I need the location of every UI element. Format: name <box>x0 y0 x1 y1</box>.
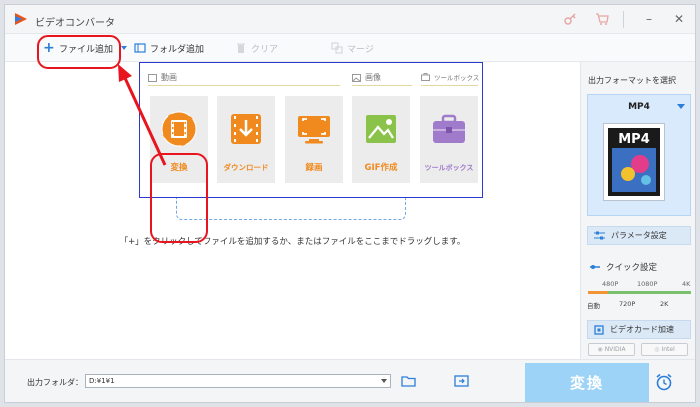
output-folder-label: 出力フォルダ： <box>27 378 83 387</box>
quality-slider-track <box>608 291 691 294</box>
output-format-selector[interactable]: MP4 MP4 <box>587 94 691 216</box>
alarm-clock-icon[interactable] <box>654 372 674 392</box>
app-window: ビデオコンバータ – ✕ + ファイル追加 フォルダ追加 クリア マージ 動画 … <box>4 4 696 403</box>
quality-1080p[interactable]: 1080P <box>637 280 657 288</box>
bottom-bar: 出力フォルダ： D:¥1¥1 変換 <box>5 359 695 402</box>
gpu-acceleration-label: ビデオカード加速 <box>610 325 674 334</box>
quick-settings-label: クイック設定 <box>606 263 658 273</box>
mp4-icon-text: MP4 <box>618 132 650 147</box>
quality-2k[interactable]: 2K <box>660 300 668 308</box>
export-folder-icon[interactable] <box>454 374 469 388</box>
output-format-heading: 出力フォーマットを選択 <box>588 76 676 85</box>
convert-button[interactable]: 変換 <box>525 363 649 402</box>
quality-4k[interactable]: 4K <box>682 280 690 288</box>
nvidia-logo-icon: ◉ <box>597 346 603 353</box>
quick-settings-heading: クイック設定 <box>590 261 657 273</box>
mp4-file-icon: MP4 <box>603 123 665 201</box>
intel-label: Intel <box>661 346 675 353</box>
quick-slider-icon <box>590 265 600 269</box>
chip-icon <box>594 324 604 335</box>
format-name: MP4 <box>628 102 650 112</box>
sliders-icon <box>594 231 605 239</box>
mp4-thumbnail-icon: MP4 <box>608 128 660 196</box>
parameter-settings-label: パラメータ設定 <box>611 231 667 240</box>
nvidia-badge: ◉ NVIDIA <box>588 343 635 356</box>
right-panel: 出力フォーマットを選択 MP4 MP4 パラメータ設定 クイック設定 480P … <box>580 62 695 359</box>
intel-badge: ◎ Intel <box>641 343 688 356</box>
quality-auto[interactable]: 自動 <box>587 300 600 310</box>
quality-480p[interactable]: 480P <box>602 280 618 288</box>
gpu-acceleration-button[interactable]: ビデオカード加速 <box>587 320 691 339</box>
nvidia-label: NVIDIA <box>604 346 626 353</box>
quality-slider[interactable] <box>588 291 691 294</box>
output-folder-path: D:¥1¥1 <box>89 377 115 385</box>
chevron-down-icon[interactable] <box>381 379 387 383</box>
output-folder-field[interactable]: D:¥1¥1 <box>85 374 391 388</box>
quality-slider-fill <box>588 291 608 294</box>
intel-logo-icon: ◎ <box>654 346 660 353</box>
chevron-down-icon[interactable] <box>677 104 685 109</box>
parameter-settings-button[interactable]: パラメータ設定 <box>587 226 691 245</box>
open-folder-icon[interactable] <box>401 374 416 388</box>
quality-720p[interactable]: 720P <box>619 300 635 308</box>
